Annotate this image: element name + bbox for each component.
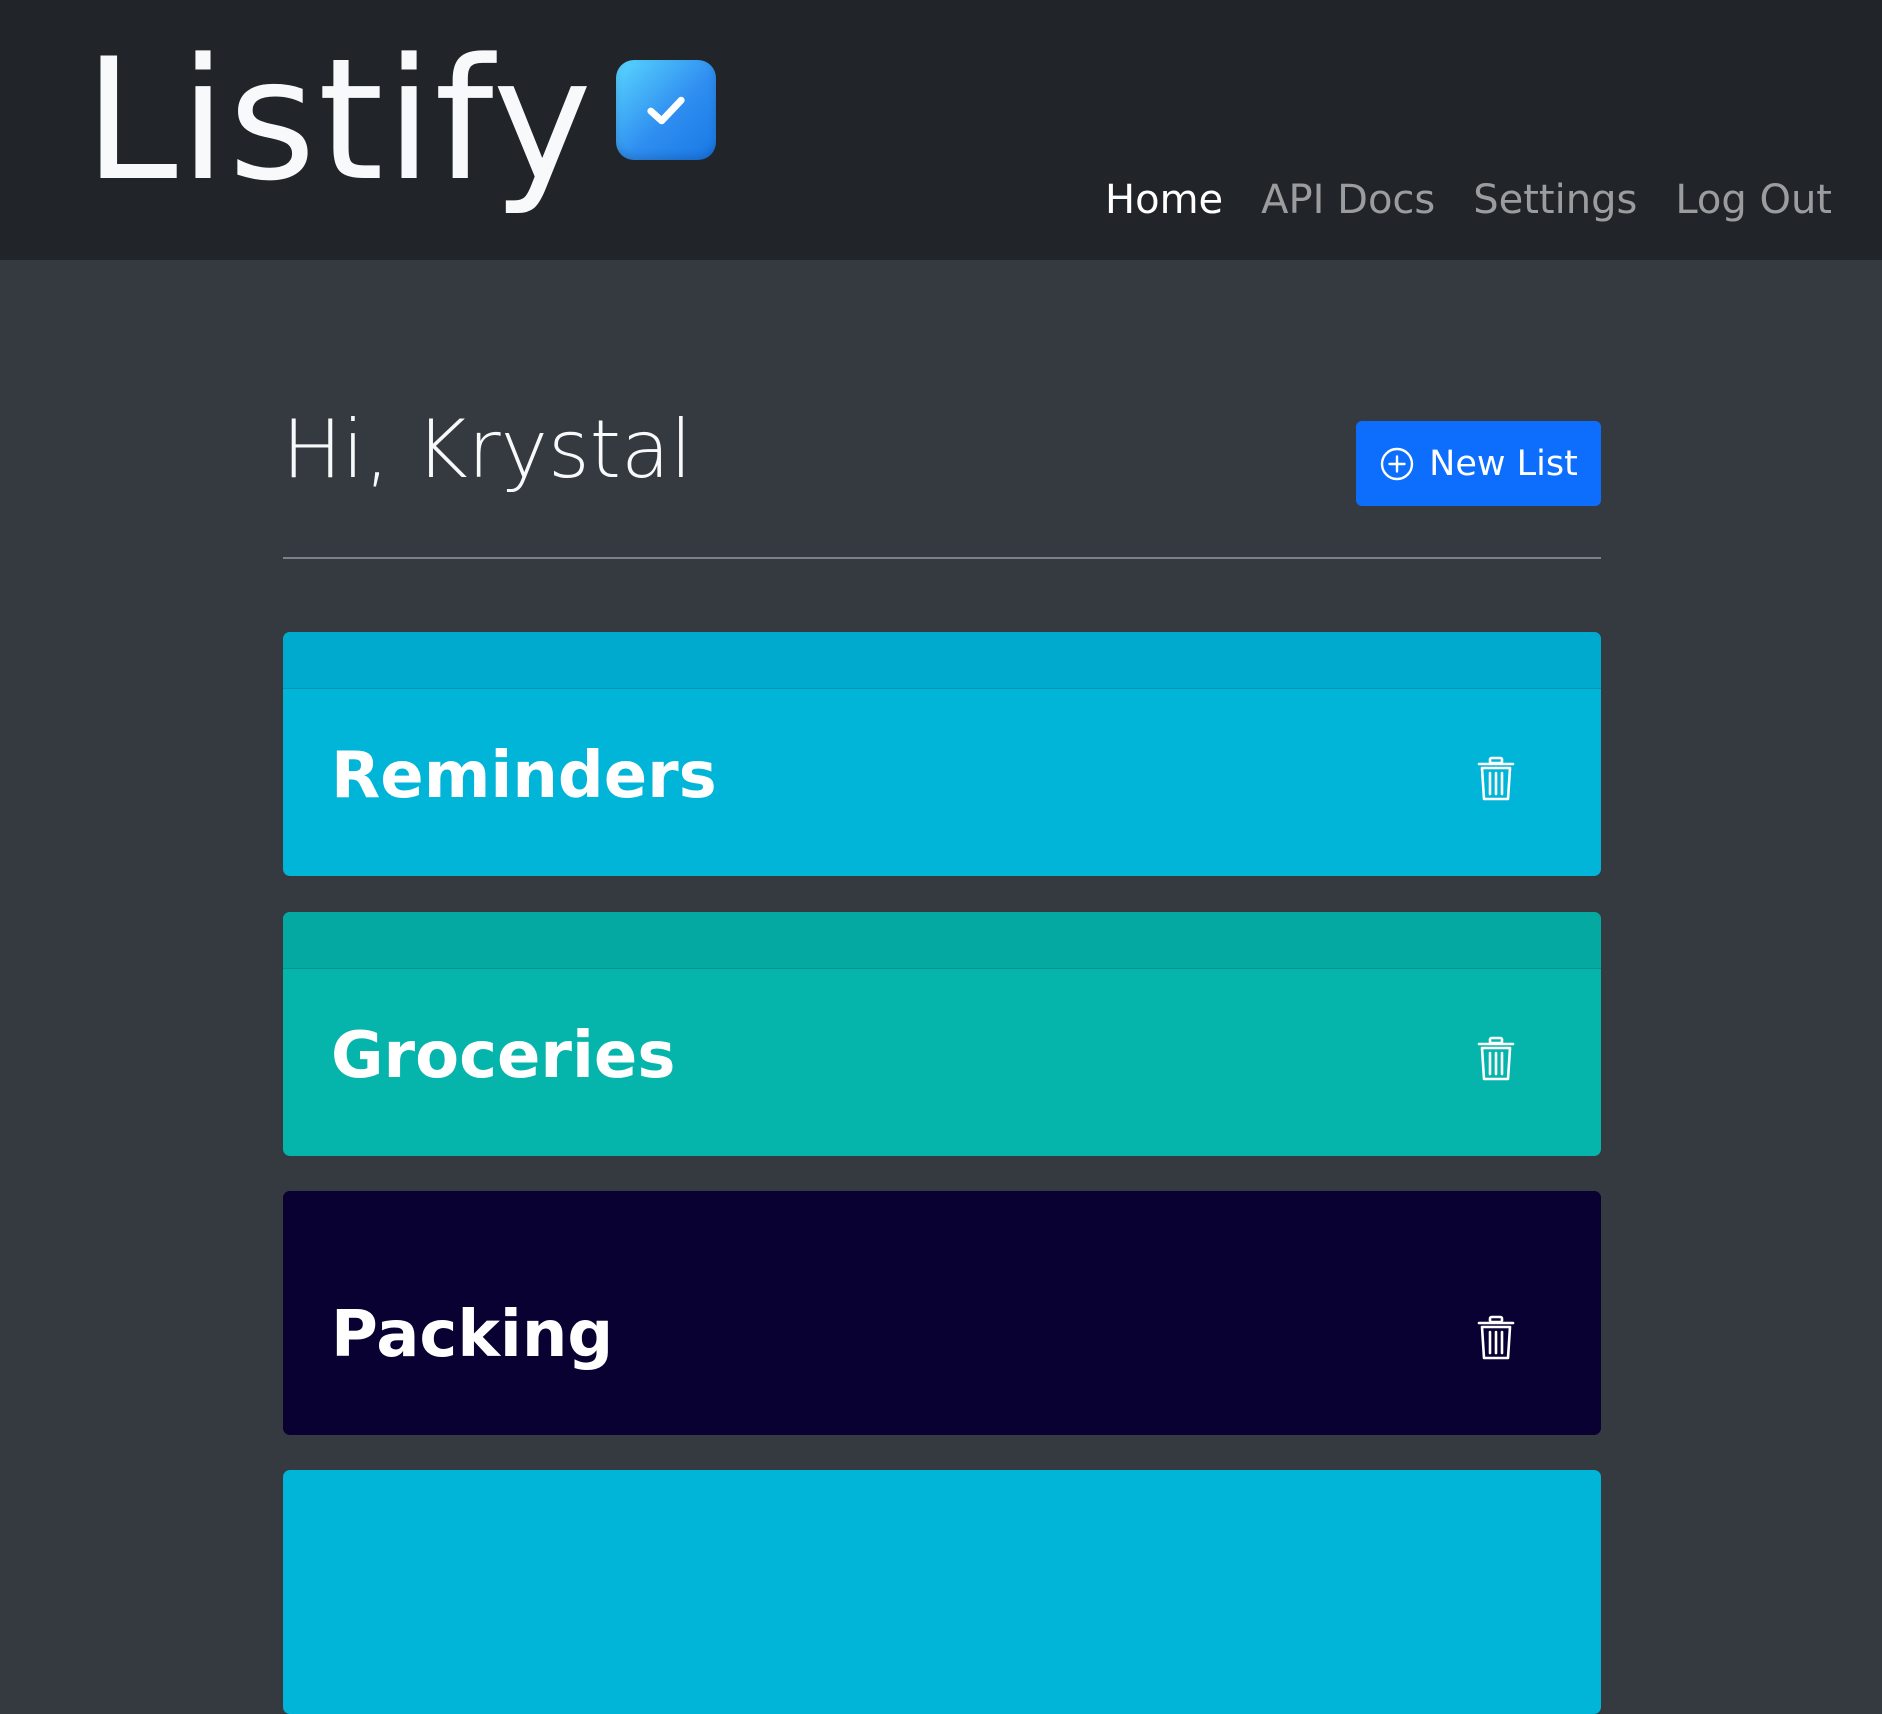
trash-icon[interactable] — [1477, 1036, 1515, 1082]
list-card-reminders[interactable]: Reminders — [283, 632, 1601, 876]
new-list-button[interactable]: New List — [1356, 421, 1601, 506]
list-card-partial[interactable] — [283, 1470, 1601, 1714]
nav-settings[interactable]: Settings — [1473, 172, 1637, 228]
nav-log-out[interactable]: Log Out — [1675, 172, 1832, 228]
list-card-groceries[interactable]: Groceries — [283, 912, 1601, 1156]
list-title[interactable]: Packing — [331, 1298, 613, 1373]
list-title[interactable]: Groceries — [331, 1019, 675, 1094]
navbar: Listify Home API Docs Settings Log Out — [0, 0, 1882, 260]
plus-circle-icon — [1379, 446, 1415, 482]
brand-name: Listify — [84, 22, 594, 218]
divider — [283, 557, 1601, 559]
new-list-label: New List — [1429, 443, 1578, 484]
greeting-heading: Hi, Krystal — [282, 403, 693, 496]
nav-links: Home API Docs Settings Log Out — [1067, 172, 1832, 228]
check-square-icon — [615, 60, 716, 160]
nav-api-docs[interactable]: API Docs — [1261, 172, 1435, 228]
trash-icon[interactable] — [1477, 1315, 1515, 1361]
trash-icon[interactable] — [1477, 756, 1515, 802]
brand[interactable]: Listify — [84, 36, 716, 204]
card-header — [283, 912, 1601, 969]
card-header — [283, 1191, 1601, 1247]
list-title[interactable]: Reminders — [331, 739, 717, 814]
list-card-packing[interactable]: Packing — [283, 1191, 1601, 1435]
nav-home[interactable]: Home — [1105, 172, 1223, 228]
card-header — [283, 632, 1601, 689]
